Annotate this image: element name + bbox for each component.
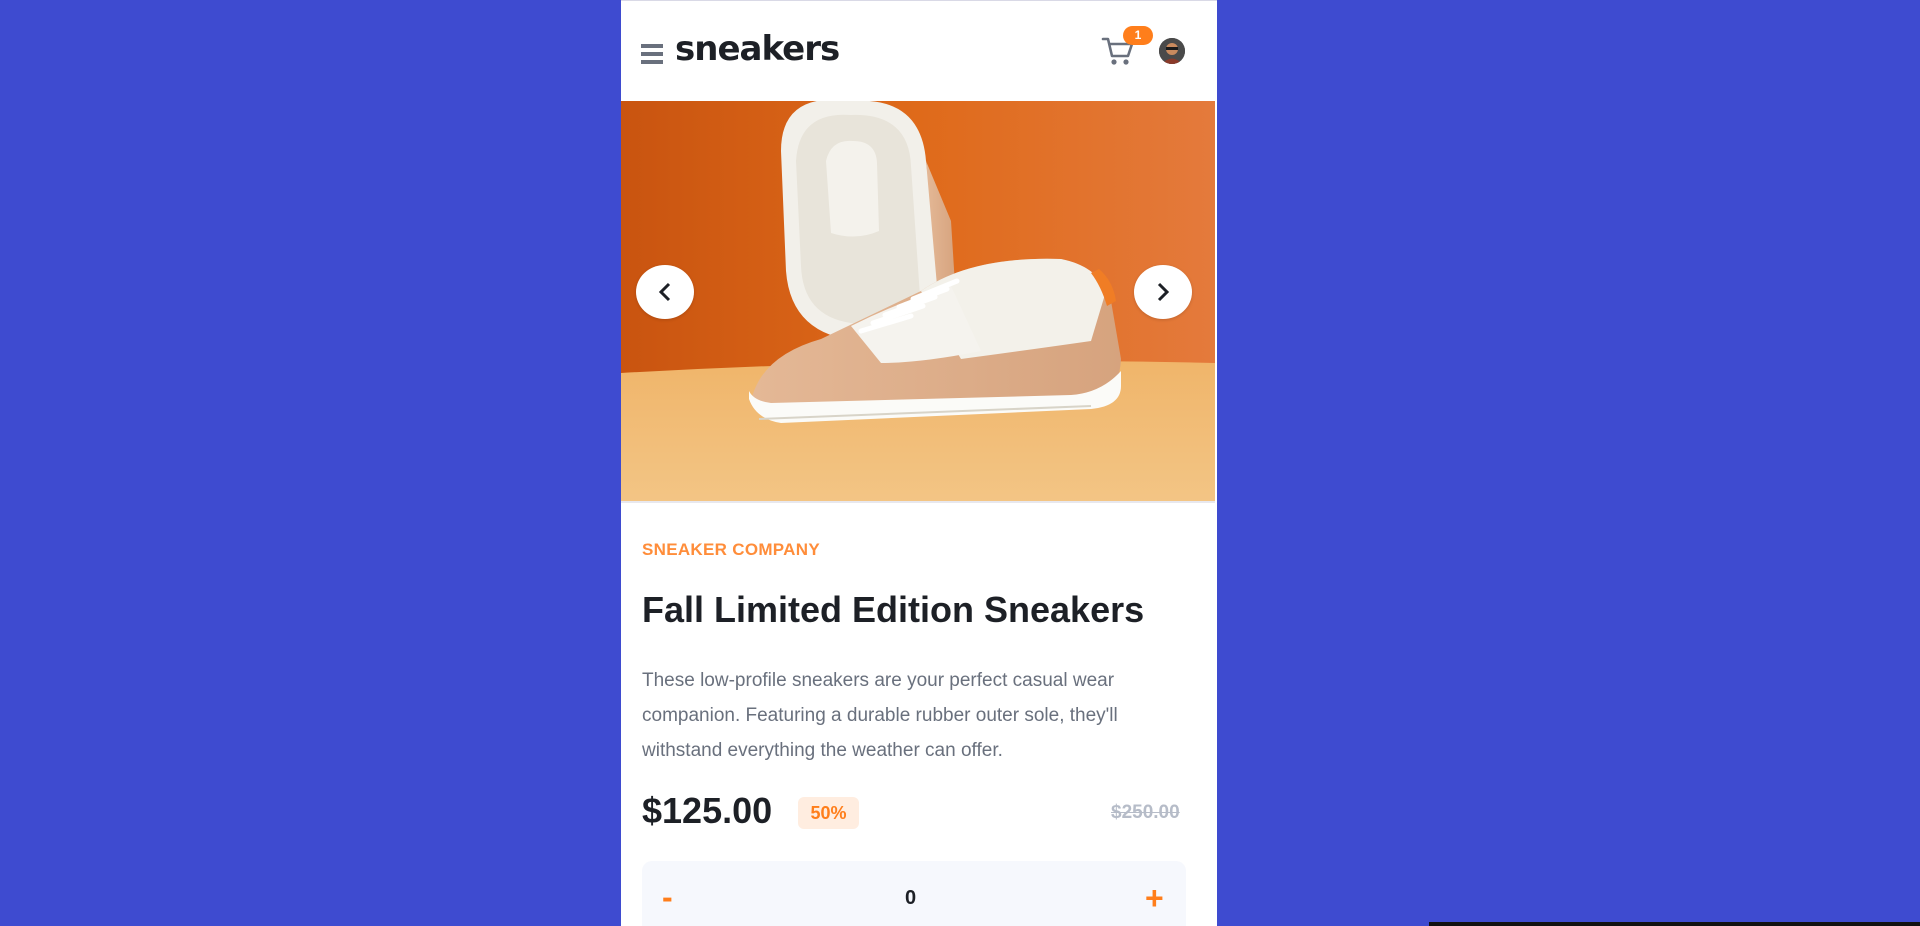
logo: sneakers — [675, 29, 840, 69]
avatar[interactable] — [1159, 38, 1185, 64]
company-label: SNEAKER COMPANY — [642, 540, 820, 559]
current-price: $125.00 — [642, 790, 773, 831]
quantity-value: 0 — [905, 887, 917, 909]
header: sneakers 1 — [621, 1, 1217, 101]
next-image-button[interactable] — [1134, 265, 1192, 319]
chevron-left-icon — [658, 282, 671, 302]
menu-icon[interactable] — [641, 44, 663, 64]
cart-count-badge: 1 — [1123, 26, 1153, 45]
discount-badge: 50% — [798, 797, 859, 829]
original-price: $250.00 — [1111, 802, 1180, 823]
product-image-gallery — [621, 101, 1215, 503]
product-image — [621, 101, 1215, 503]
product-title: Fall Limited Edition Sneakers — [642, 589, 1145, 630]
increase-quantity-button[interactable]: + — [1145, 880, 1164, 917]
decrease-quantity-button[interactable]: - — [662, 879, 673, 916]
quantity-stepper: - 0 + — [642, 861, 1186, 926]
previous-image-button[interactable] — [636, 265, 694, 319]
product-description: These low-profile sneakers are your perf… — [642, 670, 1118, 761]
product-page: sneakers 1 SNEAKER COMPANY Fall Limited … — [621, 0, 1217, 926]
bottom-bar — [1429, 922, 1920, 926]
chevron-right-icon — [1157, 282, 1170, 302]
